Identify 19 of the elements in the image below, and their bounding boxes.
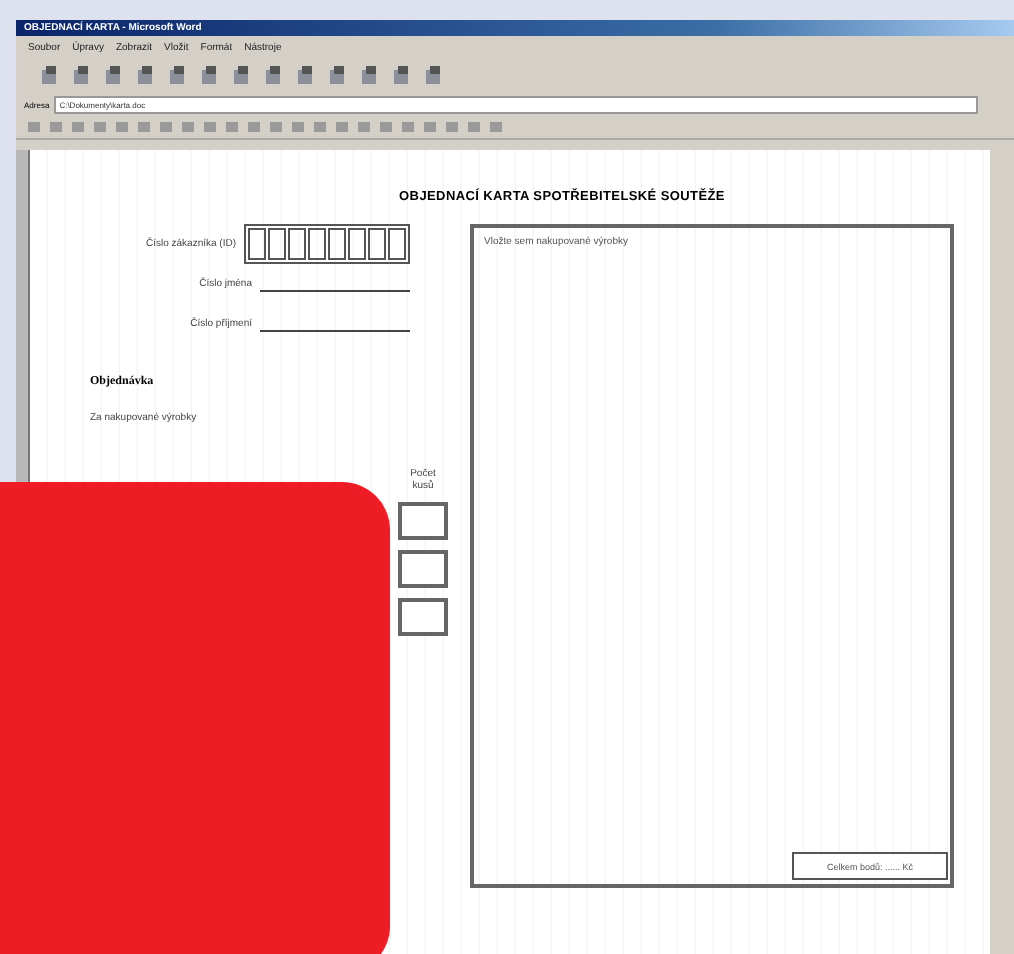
- toolbar-icon[interactable]: [40, 66, 60, 86]
- toolbar-icon[interactable]: [392, 66, 412, 86]
- quantity-field[interactable]: [398, 502, 448, 540]
- fill-in-line[interactable]: [260, 289, 410, 291]
- toolbar-icon[interactable]: [328, 66, 348, 86]
- toolbar-icon[interactable]: [168, 66, 188, 86]
- quantity-field[interactable]: [398, 598, 448, 636]
- toolbar-icon[interactable]: [72, 66, 92, 86]
- toolbar-icon[interactable]: [104, 66, 124, 86]
- id-input-field[interactable]: [244, 224, 410, 264]
- toolbar-icon[interactable]: [264, 66, 284, 86]
- toolbar-icon[interactable]: [232, 66, 252, 86]
- quantity-field[interactable]: [398, 550, 448, 588]
- toolbar-icon[interactable]: [136, 66, 156, 86]
- fill-in-line[interactable]: [260, 329, 410, 331]
- toolbar-icon[interactable]: [424, 66, 444, 86]
- toolbar-icon[interactable]: [200, 66, 220, 86]
- toolbar-icon[interactable]: [296, 66, 316, 86]
- toolbar-icon[interactable]: [360, 66, 380, 86]
